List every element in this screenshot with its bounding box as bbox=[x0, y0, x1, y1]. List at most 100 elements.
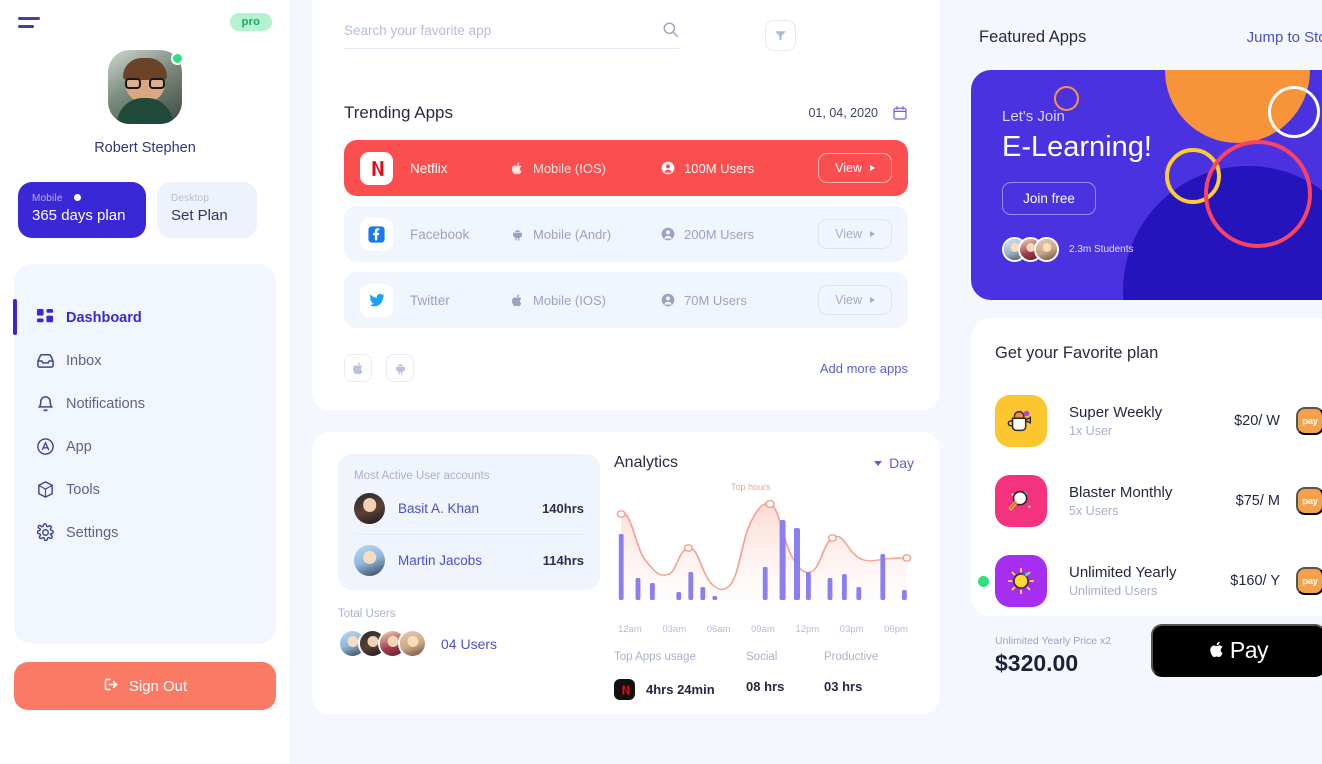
hamburger-icon[interactable] bbox=[18, 16, 42, 28]
sidebar-item-settings[interactable]: Settings bbox=[14, 511, 276, 554]
pay-button[interactable]: pay bbox=[1296, 567, 1322, 595]
favorite-plan-panel: Get your Favorite plan Super Weekly 1x U… bbox=[971, 318, 1322, 616]
app-row-netflix[interactable]: Netflix Mobile (IOS) 100M Users View bbox=[344, 140, 908, 196]
plan-price: $160/ Y bbox=[1230, 573, 1280, 589]
sidebar-item-app[interactable]: App bbox=[14, 425, 276, 468]
add-more-apps-link[interactable]: Add more apps bbox=[820, 361, 908, 376]
app-users: 100M Users bbox=[661, 161, 818, 176]
x-tick: 12am bbox=[618, 624, 642, 635]
plan-card-desktop-label: Desktop bbox=[171, 193, 210, 204]
pay-button[interactable]: pay bbox=[1296, 407, 1322, 435]
sidebar-item-inbox[interactable]: Inbox bbox=[14, 339, 276, 382]
avatar[interactable] bbox=[108, 50, 184, 124]
stat-label: Productive bbox=[824, 651, 879, 663]
netflix-icon bbox=[614, 679, 635, 700]
apple-pay-button[interactable]: Pay bbox=[1151, 624, 1322, 677]
app-row-facebook[interactable]: Facebook Mobile (Andr) 200M Users View bbox=[344, 206, 908, 262]
avatar bbox=[354, 545, 385, 576]
view-button-label: View bbox=[835, 227, 862, 241]
sidebar-nav: Dashboard Inbox Notifications App Tools … bbox=[13, 264, 276, 644]
date-picker[interactable]: 01, 04, 2020 bbox=[808, 105, 908, 121]
app-name: Twitter bbox=[410, 292, 450, 308]
stat-label: Social bbox=[746, 651, 778, 663]
sidebar-item-notifications[interactable]: Notifications bbox=[14, 382, 276, 425]
pro-badge: pro bbox=[229, 13, 272, 31]
x-tick: 12pm bbox=[795, 624, 820, 635]
apple-icon bbox=[511, 294, 524, 307]
list-item[interactable]: Basit A. Khan 140hrs bbox=[354, 482, 584, 534]
avatar bbox=[354, 492, 385, 524]
plan-name: Unlimited Yearly bbox=[1069, 564, 1177, 581]
banner-subtitle: Let's Join bbox=[1002, 108, 1065, 125]
twitter-icon bbox=[360, 283, 393, 317]
analytics-title: Analytics bbox=[614, 454, 679, 471]
active-users-panel: Most Active User accounts Basit A. Khan … bbox=[338, 454, 600, 714]
plan-row-unlimited-yearly[interactable]: Unlimited Yearly Unlimited Users $160/ Y… bbox=[978, 541, 1322, 621]
plan-row-blaster-monthly[interactable]: Blaster Monthly 5x Users $75/ M pay bbox=[995, 461, 1322, 541]
avatar-stack bbox=[338, 629, 427, 658]
user-hours: 114hrs bbox=[542, 553, 584, 568]
calendar-icon[interactable] bbox=[892, 105, 908, 121]
search-row bbox=[344, 16, 908, 51]
sidebar-item-dashboard-label: Dashboard bbox=[66, 309, 142, 326]
total-users-block: Total Users 04 Users bbox=[338, 608, 600, 658]
join-free-button[interactable]: Join free bbox=[1002, 182, 1096, 215]
plan-users: 5x Users bbox=[1069, 504, 1119, 518]
search-box[interactable] bbox=[344, 21, 679, 49]
dashboard-root: pro Robert Stephen Mobile 365 days plan … bbox=[0, 0, 1322, 764]
x-tick: 03pm bbox=[839, 624, 864, 635]
view-button[interactable]: View bbox=[818, 219, 892, 249]
trending-title: Trending Apps bbox=[344, 103, 453, 122]
stat-label: Top Apps usage bbox=[614, 651, 696, 663]
sidebar-item-tools[interactable]: Tools bbox=[14, 468, 276, 511]
gear-icon bbox=[36, 523, 55, 542]
app-platform: Mobile (IOS) bbox=[511, 161, 661, 176]
app-platform-label: Mobile (IOS) bbox=[533, 292, 606, 308]
search-icon[interactable] bbox=[662, 21, 679, 43]
apple-icon[interactable] bbox=[344, 354, 372, 382]
analytics-range-selector[interactable]: Day bbox=[874, 455, 914, 471]
plan-card-mobile[interactable]: Mobile 365 days plan bbox=[18, 182, 146, 238]
avatar-stack bbox=[1002, 237, 1059, 262]
app-platform: Mobile (IOS) bbox=[511, 293, 661, 308]
view-button-label: View bbox=[835, 293, 862, 307]
trending-header: Trending Apps 01, 04, 2020 bbox=[344, 103, 908, 123]
filter-icon[interactable] bbox=[765, 20, 796, 51]
plan-card-desktop[interactable]: Desktop Set Plan bbox=[157, 182, 257, 238]
list-item[interactable]: Martin Jacobs 114hrs bbox=[354, 534, 584, 586]
plan-name: Super Weekly bbox=[1069, 404, 1163, 421]
plan-users: Unlimited Users bbox=[1069, 584, 1158, 598]
stat-productive: Productive 03 hrs bbox=[824, 651, 914, 700]
view-button[interactable]: View bbox=[818, 285, 892, 315]
grid-icon bbox=[36, 308, 55, 327]
banner-students-count: 2.3m Students bbox=[1069, 244, 1134, 255]
jump-to-store-link[interactable]: Jump to Store bbox=[1247, 29, 1322, 46]
android-icon bbox=[511, 228, 524, 241]
checkout-amount: $320.00 bbox=[995, 650, 1079, 676]
sun-icon bbox=[995, 555, 1047, 607]
checkout-bar: Unlimited Yearly Price x2 $320.00 Pay bbox=[971, 616, 1322, 677]
pay-button[interactable]: pay bbox=[1296, 487, 1322, 515]
play-arrow-icon bbox=[870, 297, 875, 303]
app-row-twitter[interactable]: Twitter Mobile (IOS) 70M Users View bbox=[344, 272, 908, 328]
android-icon[interactable] bbox=[386, 354, 414, 382]
avatar bbox=[398, 629, 427, 658]
plan-row-super-weekly[interactable]: Super Weekly 1x User $20/ W pay bbox=[995, 381, 1322, 461]
plan-card-mobile-label: Mobile bbox=[32, 193, 63, 204]
analytics-stats: Top Apps usage 4hrs 24min Social 08 hrs bbox=[614, 651, 914, 700]
bell-icon bbox=[36, 394, 55, 413]
person-icon bbox=[661, 161, 675, 175]
plan-name: Blaster Monthly bbox=[1069, 484, 1173, 501]
search-input[interactable] bbox=[344, 22, 679, 38]
apple-icon bbox=[511, 162, 524, 175]
plan-card-mobile-value: 365 days plan bbox=[32, 207, 126, 224]
sidebar-item-dashboard[interactable]: Dashboard bbox=[13, 296, 276, 339]
view-button[interactable]: View bbox=[818, 153, 892, 183]
sign-out-button[interactable]: Sign Out bbox=[14, 662, 276, 710]
elearning-banner[interactable]: Let's Join E-Learning! Join free 2.3m St… bbox=[971, 70, 1322, 300]
analytics-panel: Analytics Day Top hours 12am 03am 06am 0… bbox=[614, 454, 914, 714]
plan-card-desktop-value: Set Plan bbox=[171, 207, 228, 224]
main-content: Trending Apps 01, 04, 2020 Netflix bbox=[290, 0, 956, 764]
sidebar-item-inbox-label: Inbox bbox=[66, 352, 102, 369]
right-panel: Featured Apps Jump to Store Let's Join E… bbox=[956, 0, 1322, 764]
